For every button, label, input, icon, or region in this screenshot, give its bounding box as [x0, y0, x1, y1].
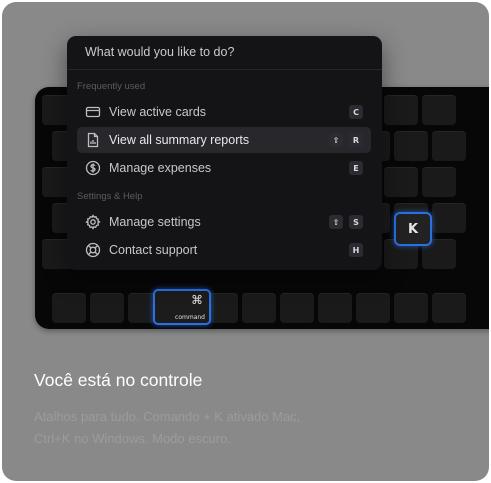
keyboard-key [394, 293, 428, 323]
keyboard-key [432, 203, 466, 233]
keyboard-key [52, 293, 86, 323]
lifebuoy-icon [85, 242, 101, 258]
shortcut-key: R [349, 133, 363, 147]
shift-key-icon: ⇧ [329, 133, 343, 147]
menu-item-label: Manage settings [109, 215, 201, 229]
card-icon [85, 104, 101, 120]
keyboard-key [242, 293, 276, 323]
shortcut-key: E [349, 161, 363, 175]
keyboard-key [394, 131, 428, 161]
caption-title: Você está no controle [34, 370, 203, 390]
menu-item-manage-expenses[interactable]: Manage expenses E [77, 155, 371, 181]
palette-search[interactable]: What would you like to do? [67, 36, 382, 70]
k-key: K [394, 212, 432, 246]
shortcut-key: C [349, 105, 363, 119]
keyboard-key [384, 167, 418, 197]
search-input[interactable]: What would you like to do? [85, 45, 234, 59]
menu-item-label: Manage expenses [109, 161, 212, 175]
keyboard-key [432, 131, 466, 161]
dollar-icon [85, 160, 101, 176]
section-label-settings: Settings & Help [77, 191, 143, 202]
keyboard-key [422, 167, 456, 197]
menu-item-view-summary-reports[interactable]: View all summary reports ⇧ R [77, 127, 371, 153]
menu-item-label: View all summary reports [109, 133, 250, 147]
menu-item-contact-support[interactable]: Contact support H [77, 237, 371, 263]
keyboard-key [384, 95, 418, 125]
shortcut-key: H [349, 243, 363, 257]
gear-icon [85, 214, 101, 230]
keyboard-key [318, 293, 352, 323]
keyboard-key [356, 293, 390, 323]
keyboard-key [90, 293, 124, 323]
command-icon: ⌘ [191, 293, 203, 307]
caption-body: Atalhos para tudo. Comando + K ativado M… [34, 409, 301, 446]
keyboard-key [432, 293, 466, 323]
report-icon [85, 132, 101, 148]
menu-item-manage-settings[interactable]: Manage settings ⇧ S [77, 209, 371, 235]
keyboard-key [280, 293, 314, 323]
menu-item-label: View active cards [109, 105, 207, 119]
command-palette: What would you like to do? Frequently us… [67, 36, 382, 270]
menu-item-label: Contact support [109, 243, 198, 257]
feature-card: K ⌘ command What would you like to do? F… [2, 2, 489, 481]
command-key: ⌘ command [153, 289, 211, 325]
shift-key-icon: ⇧ [329, 215, 343, 229]
command-key-label: command [175, 314, 205, 321]
keyboard-key [422, 95, 456, 125]
k-key-label: K [407, 221, 419, 237]
shortcut-key: S [349, 215, 363, 229]
menu-item-view-active-cards[interactable]: View active cards C [77, 99, 371, 125]
section-label-frequent: Frequently used [77, 81, 146, 92]
